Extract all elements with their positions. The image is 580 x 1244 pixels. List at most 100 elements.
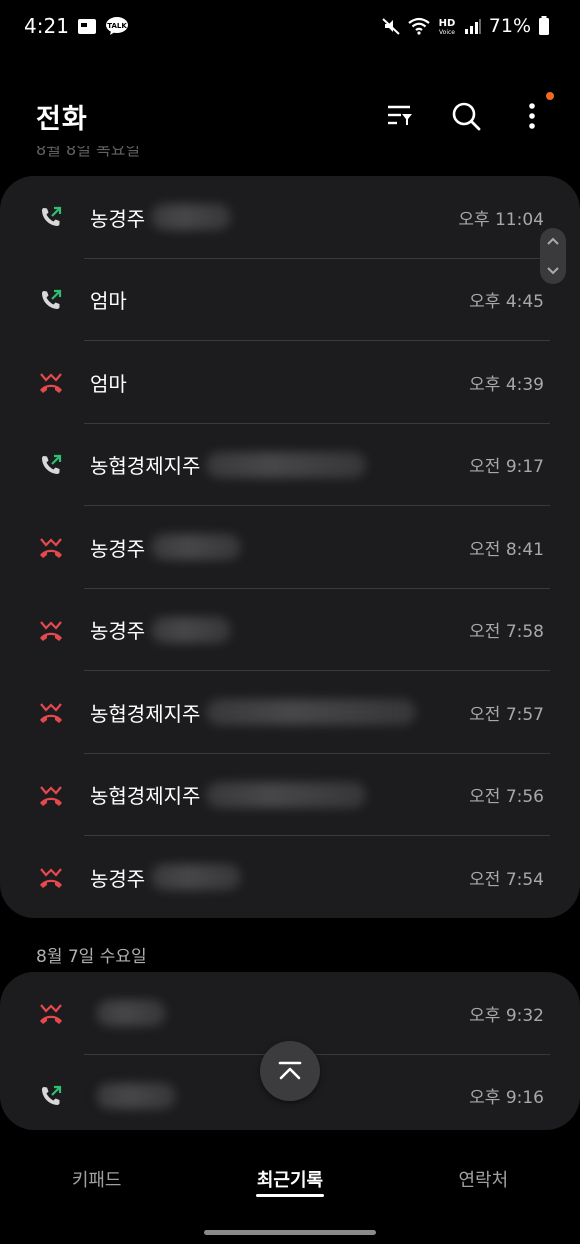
chevron-up-icon <box>547 237 559 245</box>
call-time: 오전 7:58 <box>469 622 544 643</box>
svg-text:HD: HD <box>438 18 455 29</box>
svg-text:Voice: Voice <box>439 29 455 36</box>
missed-call-icon <box>38 534 64 560</box>
chevron-down-icon <box>547 267 559 275</box>
missed-call-icon <box>38 1000 64 1026</box>
call-log-group-today: 농경주 오후 11:04 엄마 오후 4:45 엄마 오후 4:39 농협경제지주 오전 9:… <box>0 176 580 918</box>
fast-scroll-handle[interactable] <box>540 228 566 284</box>
call-time: 오전 7:54 <box>469 869 544 890</box>
missed-call-icon <box>38 617 64 643</box>
call-log-row[interactable]: 농경주 오전 8:41 <box>0 506 580 589</box>
scroll-to-top-button[interactable] <box>260 1041 320 1101</box>
caller-name: 농협경제지주 <box>90 450 469 479</box>
call-log-row[interactable]: 농경주 오후 11:04 <box>0 176 580 259</box>
filter-icon <box>388 105 412 125</box>
caller-name-text: 농협경제지주 <box>90 454 201 479</box>
redacted-number <box>151 616 232 643</box>
redacted-number <box>206 699 417 726</box>
redacted-number <box>206 781 367 808</box>
wifi-icon <box>408 17 430 35</box>
outgoing-call-icon <box>38 1083 64 1109</box>
svg-text:TALK: TALK <box>107 22 127 30</box>
caller-name-text: 농경주 <box>90 619 146 644</box>
call-log-row[interactable]: 농경주 오전 7:54 <box>0 836 580 918</box>
nav-tab-label: 키패드 <box>71 1170 122 1191</box>
nav-tab-recents[interactable]: 최근기록 <box>193 1150 386 1210</box>
redacted-number <box>151 204 232 231</box>
missed-call-icon <box>38 864 64 890</box>
caller-name: 농협경제지주 <box>90 698 469 727</box>
caller-name: 농경주 <box>90 863 469 892</box>
signal-icon <box>464 18 482 34</box>
call-time: 오전 7:57 <box>469 704 544 725</box>
nav-tab-label: 연락처 <box>458 1170 509 1191</box>
missed-call-icon <box>38 699 64 725</box>
date-header-partial: 8월 8일 목요일 <box>36 146 141 159</box>
call-time: 오후 9:16 <box>469 1088 544 1109</box>
caller-name: 농협경제지주 <box>90 780 469 809</box>
kakaotalk-icon: TALK <box>105 16 129 36</box>
notification-dot <box>546 92 554 100</box>
redacted-number <box>206 451 367 478</box>
more-vertical-icon <box>529 103 535 129</box>
redacted-number <box>151 534 242 561</box>
page-title: 전화 <box>36 103 88 135</box>
call-log-row[interactable]: 농협경제지주 오전 7:56 <box>0 754 580 837</box>
caller-name: 농경주 <box>90 615 469 644</box>
caller-name-text: 농경주 <box>90 206 146 231</box>
redacted-number <box>151 864 242 891</box>
bottom-navigation: 키패드 최근기록 연락처 <box>0 1150 580 1210</box>
call-log-row[interactable]: 농협경제지주 오전 7:57 <box>0 671 580 754</box>
caller-name-text: 엄마 <box>90 371 127 396</box>
more-options-button[interactable] <box>514 92 554 134</box>
status-time: 4:21 <box>24 14 69 38</box>
call-time: 오전 9:17 <box>469 457 544 478</box>
call-log-row[interactable]: 엄마 오후 4:45 <box>0 259 580 342</box>
header-actions <box>382 92 554 134</box>
active-tab-indicator <box>255 1194 324 1197</box>
call-log-row[interactable]: 엄마 오후 4:39 <box>0 341 580 424</box>
home-indicator[interactable] <box>204 1230 376 1235</box>
caller-name: 엄마 <box>90 368 469 397</box>
call-time: 오후 4:39 <box>469 374 544 395</box>
status-bar: 4:21 TALK HD Voice 71% <box>0 0 580 52</box>
app-header: 전화 <box>0 88 580 144</box>
redacted-number <box>96 1000 166 1027</box>
call-log-row[interactable]: 농협경제지주 오전 9:17 <box>0 424 580 507</box>
call-log-row[interactable]: 농경주 오전 7:58 <box>0 589 580 672</box>
caller-name: 엄마 <box>90 285 469 314</box>
call-time: 오전 7:56 <box>469 787 544 808</box>
arrow-to-top-icon <box>278 1061 302 1080</box>
call-time: 오후 4:45 <box>469 292 544 313</box>
nav-tab-keypad[interactable]: 키패드 <box>0 1150 193 1210</box>
filter-button[interactable] <box>382 98 418 134</box>
caller-name-text: 농협경제지주 <box>90 784 201 809</box>
outgoing-call-icon <box>38 204 64 230</box>
missed-call-icon <box>38 782 64 808</box>
status-left: 4:21 TALK <box>24 14 129 38</box>
outgoing-call-icon <box>38 287 64 313</box>
search-button[interactable] <box>448 98 484 134</box>
hd-voice-icon: HD Voice <box>437 16 457 36</box>
search-icon <box>452 102 481 131</box>
caller-name-text: 농경주 <box>90 866 146 891</box>
caller-name-text: 농협경제지주 <box>90 701 201 726</box>
missed-call-icon <box>38 369 64 395</box>
caller-name <box>90 1000 469 1027</box>
redacted-number <box>96 1082 176 1109</box>
mute-icon <box>381 16 401 36</box>
caller-name-text: 엄마 <box>90 289 127 314</box>
nav-tab-contacts[interactable]: 연락처 <box>387 1150 580 1210</box>
battery-icon <box>538 16 550 36</box>
caller-name: 농경주 <box>90 203 458 232</box>
status-right: HD Voice 71% <box>381 15 550 37</box>
outgoing-call-icon <box>38 452 64 478</box>
caller-name-text: 농경주 <box>90 536 146 561</box>
call-time: 오전 8:41 <box>469 539 544 560</box>
call-time: 오후 11:04 <box>458 209 544 230</box>
date-header: 8월 7일 수요일 <box>36 947 147 967</box>
nav-tab-label: 최근기록 <box>256 1170 324 1191</box>
calendar-notification-icon <box>77 17 97 35</box>
battery-percent: 71% <box>488 15 531 37</box>
caller-name: 농경주 <box>90 533 469 562</box>
